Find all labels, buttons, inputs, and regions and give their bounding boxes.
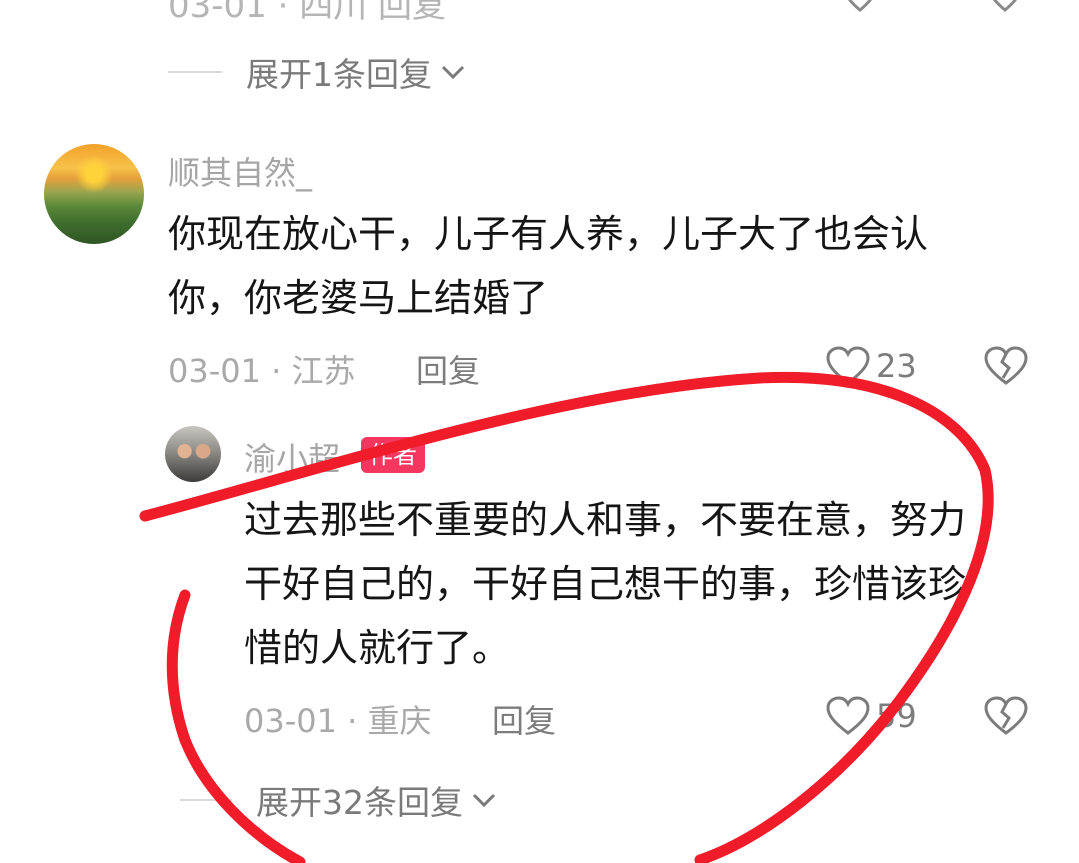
comment-text-line-2: 你，你老婆马上结婚了	[168, 276, 549, 320]
reply-meta: 03-01 · 重庆	[244, 696, 432, 742]
heart-icon	[826, 346, 870, 385]
expand-divider-line	[180, 799, 232, 801]
expand-replies-button[interactable]: 展开32条回复	[180, 776, 497, 824]
meta-separator: ·	[347, 702, 368, 740]
commenter-username[interactable]: 顺其自然_	[168, 148, 312, 194]
comment-text-line-1: 你现在放心干，儿子有人养，儿子大了也会认	[168, 212, 929, 256]
reply-date: 03-01	[244, 702, 337, 740]
like-count: 59	[876, 697, 917, 735]
chevron-down-icon	[472, 793, 496, 808]
comment-meta: 03-01 · 江苏	[168, 346, 356, 392]
like-button[interactable]: 23	[826, 346, 917, 386]
like-button[interactable]: 59	[826, 696, 917, 736]
broken-heart-icon[interactable]	[984, 696, 1028, 736]
expand-replies-label: 展开32条回复	[256, 783, 463, 822]
meta-separator: ·	[271, 352, 292, 390]
reply-location: 重庆	[367, 702, 432, 740]
like-count: 23	[876, 347, 917, 385]
author-badge: 作者	[361, 437, 425, 473]
author-avatar[interactable]	[165, 426, 221, 482]
broken-heart-icon[interactable]	[984, 346, 1028, 386]
expand-replies-button[interactable]: 展开1条回复	[168, 48, 466, 96]
reply-text-line-2: 干好自己的，干好自己想干的事，珍惜该珍	[244, 562, 967, 606]
author-username[interactable]: 渝小超	[244, 434, 340, 480]
reply-button[interactable]: 回复	[416, 346, 480, 392]
reply-text-line-3: 惜的人就行了。	[244, 626, 511, 670]
heart-icon	[826, 696, 870, 735]
comment-location: 江苏	[291, 352, 356, 390]
reply-text-line-1: 过去那些不重要的人和事，不要在意，努力	[244, 498, 967, 542]
chevron-down-icon	[441, 65, 465, 80]
expand-divider-line	[168, 71, 222, 73]
reply-button[interactable]: 回复	[492, 696, 556, 742]
comment-date: 03-01	[168, 352, 261, 390]
previous-comment-meta: 03-01 · 四川 回复	[168, 0, 447, 26]
commenter-avatar[interactable]	[44, 144, 144, 244]
previous-like-dislike-icons[interactable]	[840, 0, 1040, 12]
expand-replies-label: 展开1条回复	[246, 55, 432, 94]
